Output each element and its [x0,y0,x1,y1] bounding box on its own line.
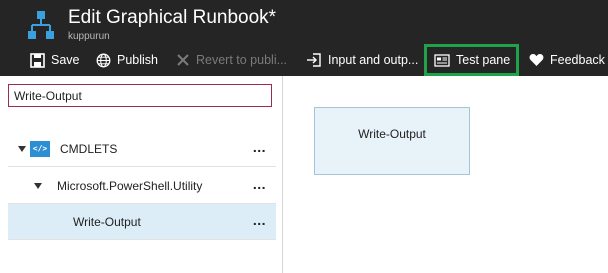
test-pane-label: Test pane [456,53,511,67]
page-title: Edit Graphical Runbook* [68,7,277,28]
library-panel: </> CMDLETS ... Microsoft.PowerShell.Uti… [0,76,283,273]
sign-in-icon [307,53,321,67]
activity-write-output[interactable]: Write-Output [314,107,470,175]
caret-down-icon [18,145,26,152]
tree-node-label: Write-Output [73,214,141,229]
revert-label: Revert to publi... [196,53,288,67]
save-button[interactable]: Save [30,44,80,76]
publish-button[interactable]: Publish [96,44,158,76]
tree-node-write-output[interactable]: Write-Output ... [8,204,276,240]
runbook-canvas[interactable]: Write-Output [284,76,608,273]
cmdlet-icon: </> [30,140,50,157]
library-search-input[interactable] [8,84,272,107]
feedback-button[interactable]: Feedback [529,44,605,76]
more-options-icon[interactable]: ... [253,177,266,191]
more-options-icon[interactable]: ... [253,213,266,227]
header: Edit Graphical Runbook* kuppurun Save Pu… [0,0,608,76]
publish-label: Publish [117,53,158,67]
tree-node-label: CMDLETS [60,141,118,156]
command-bar: Save Publish Revert to publi... Input an… [0,44,608,76]
revert-to-published-button[interactable]: Revert to publi... [176,44,287,76]
globe-icon [96,53,111,67]
test-pane-button[interactable]: Test pane [424,44,519,76]
input-output-label: Input and outp... [328,53,419,67]
close-icon [177,54,189,66]
save-icon [30,52,45,68]
account-subtitle: kuppurun [68,31,110,42]
tree-node-module[interactable]: Microsoft.PowerShell.Utility ... [8,168,276,204]
more-options-icon[interactable]: ... [253,140,266,154]
caret-down-icon [34,182,42,189]
tree-node-label: Microsoft.PowerShell.Utility [57,178,203,193]
save-label: Save [51,53,80,67]
input-and-output-button[interactable]: Input and outp... [306,44,418,76]
feedback-label: Feedback [550,53,605,67]
heart-icon [529,54,544,66]
test-pane-icon [434,53,450,67]
runbook-logo-icon [28,11,54,39]
tree-node-cmdlets[interactable]: </> CMDLETS ... [8,131,276,167]
